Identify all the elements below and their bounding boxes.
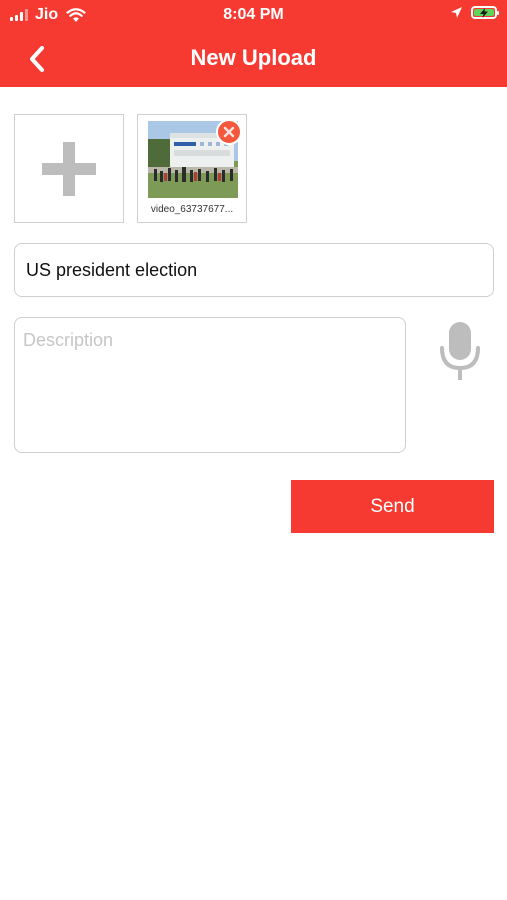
media-item[interactable]: video_63737677...: [137, 114, 247, 223]
microphone-icon: [440, 322, 480, 380]
app-header: Jio 8:04 PM New Upload: [0, 0, 507, 87]
location-arrow-icon: [451, 7, 462, 18]
send-button[interactable]: Send: [291, 480, 494, 533]
status-bar: Jio 8:04 PM: [0, 0, 507, 32]
microphone-button[interactable]: [434, 318, 486, 384]
plus-icon: [42, 141, 96, 196]
navigation-bar: New Upload: [0, 32, 507, 87]
add-media-button[interactable]: [14, 114, 124, 223]
status-time: 8:04 PM: [223, 6, 284, 23]
title-input[interactable]: US president election: [14, 243, 494, 297]
remove-badge-icon: [223, 126, 235, 138]
status-right: [450, 6, 499, 19]
remove-media-button[interactable]: [216, 119, 242, 145]
media-filename: video_63737677...: [150, 204, 234, 215]
description-input[interactable]: Description: [14, 317, 406, 453]
battery-charging-icon: [471, 6, 499, 19]
page-title: New Upload: [190, 45, 317, 70]
